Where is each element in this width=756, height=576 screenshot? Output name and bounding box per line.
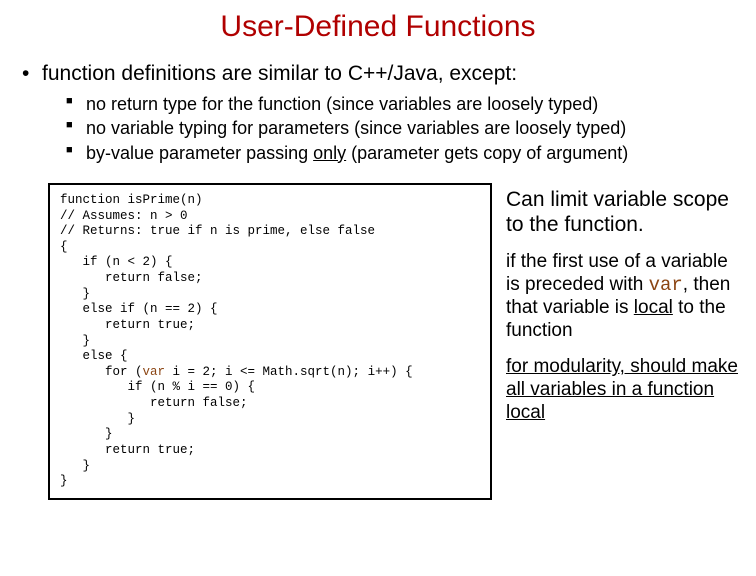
right-lead: Can limit variable scope to the function… — [506, 187, 738, 237]
right-p1-keyword: var — [649, 274, 683, 296]
code-l19: } — [60, 474, 68, 488]
code-block: function isPrime(n) // Assumes: n > 0 //… — [48, 183, 492, 500]
code-l6: return false; — [60, 271, 203, 285]
code-l11: else { — [60, 349, 128, 363]
code-l14: return false; — [60, 396, 248, 410]
code-l16: } — [60, 427, 113, 441]
code-l13: if (n % i == 0) { — [60, 380, 255, 394]
sub3-underline: only — [313, 143, 346, 163]
code-l5: if (n < 2) { — [60, 255, 173, 269]
right-p1-underline: local — [634, 297, 673, 318]
right-p2: for modularity, should make all variable… — [506, 356, 738, 424]
top-bullet: function definitions are similar to C++/… — [18, 62, 738, 86]
right-column: Can limit variable scope to the function… — [506, 183, 738, 439]
code-l17: return true; — [60, 443, 195, 457]
code-l8: else if (n == 2) { — [60, 302, 218, 316]
sub-bullet-1: no return type for the function (since v… — [66, 92, 738, 116]
sub3-post: (parameter gets copy of argument) — [346, 143, 628, 163]
code-l12a: for ( — [60, 365, 143, 379]
code-l12b: i = 2; i <= Math.sqrt(n); i++) { — [165, 365, 413, 379]
sub-bullet-3: by-value parameter passing only (paramet… — [66, 141, 738, 165]
code-l7: } — [60, 287, 90, 301]
code-l9: return true; — [60, 318, 195, 332]
right-p1: if the first use of a variable is preced… — [506, 251, 738, 342]
code-l15: } — [60, 412, 135, 426]
code-l18: } — [60, 459, 90, 473]
sub-bullet-list: no return type for the function (since v… — [18, 92, 738, 165]
sub-bullet-2: no variable typing for parameters (since… — [66, 116, 738, 140]
code-l10: } — [60, 334, 90, 348]
code-l4: { — [60, 240, 68, 254]
slide-title: User-Defined Functions — [18, 10, 738, 44]
code-l12-keyword: var — [143, 365, 166, 379]
code-l2: // Assumes: n > 0 — [60, 209, 188, 223]
code-l3: // Returns: true if n is prime, else fal… — [60, 224, 375, 238]
code-l1: function isPrime(n) — [60, 193, 203, 207]
sub3-pre: by-value parameter passing — [86, 143, 313, 163]
